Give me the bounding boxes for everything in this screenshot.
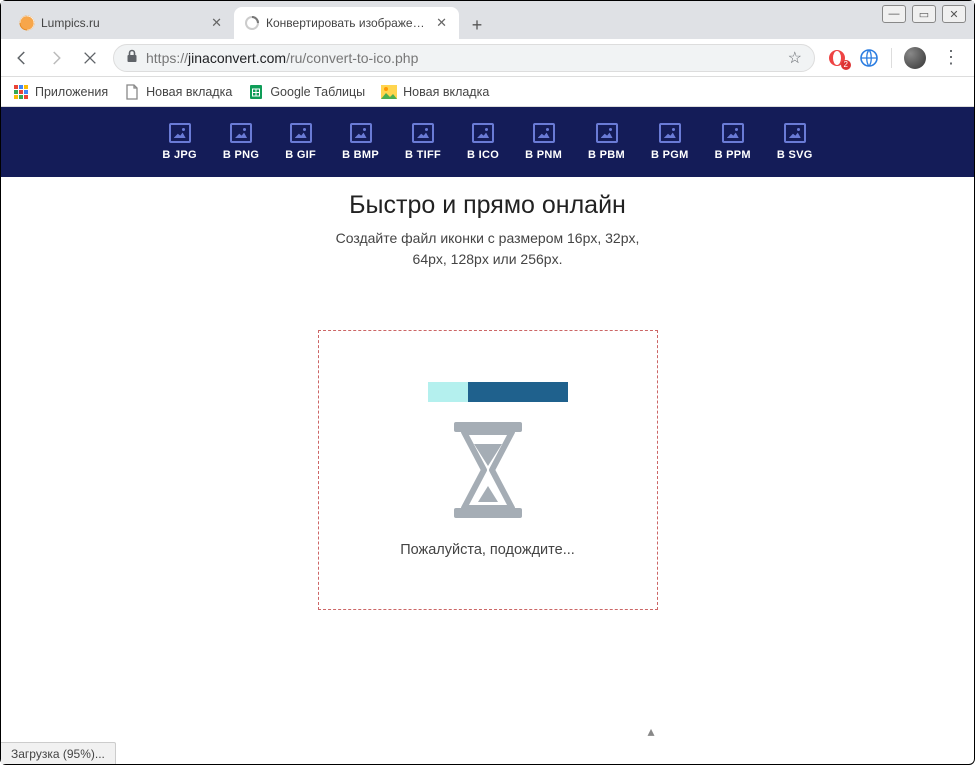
upload-drop-zone[interactable]: Пожалуйста, подождите... xyxy=(318,330,658,610)
tab-close-icon[interactable]: ✕ xyxy=(434,13,449,33)
scroll-hint-icon: ▴ xyxy=(648,723,655,740)
omnibox[interactable]: https://jinaconvert.com/ru/convert-to-ic… xyxy=(113,44,815,72)
format-label: В PNG xyxy=(223,149,259,161)
image-icon xyxy=(169,123,191,143)
format-link-png[interactable]: В PNG xyxy=(223,123,259,161)
format-link-ico[interactable]: В ICO xyxy=(467,123,499,161)
format-label: В SVG xyxy=(777,149,813,161)
bookmark-item[interactable]: Новая вкладка xyxy=(124,84,232,100)
format-link-svg[interactable]: В SVG xyxy=(777,123,813,161)
format-nav: В JPG В PNG В GIF В BMP В TIFF В ICO В P… xyxy=(1,107,974,177)
page-icon xyxy=(124,84,140,100)
page-headline: Быстро и прямо онлайн xyxy=(1,191,974,220)
separator xyxy=(891,48,892,68)
forward-button xyxy=(45,47,67,69)
format-label: В TIFF xyxy=(405,149,441,161)
stop-reload-button[interactable] xyxy=(79,47,101,69)
page-content: В JPG В PNG В GIF В BMP В TIFF В ICO В P… xyxy=(1,107,974,744)
browser-menu-button[interactable]: ⋮ xyxy=(938,47,964,68)
status-text: Загрузка (95%)... xyxy=(11,747,105,761)
page-subhead: Создайте файл иконки с размером 16px, 32… xyxy=(1,228,974,270)
image-icon xyxy=(230,123,252,143)
format-link-jpg[interactable]: В JPG xyxy=(162,123,197,161)
lock-icon xyxy=(126,49,138,66)
url-text: https://jinaconvert.com/ru/convert-to-ic… xyxy=(146,50,780,66)
tab-title: Lumpics.ru xyxy=(41,16,203,30)
bookmark-label: Приложения xyxy=(35,85,108,99)
wait-text: Пожалуйста, подождите... xyxy=(400,542,575,558)
bookmark-item[interactable]: Google Таблицы xyxy=(248,84,365,100)
tab-close-icon[interactable]: ✕ xyxy=(209,13,224,33)
format-label: В GIF xyxy=(285,149,316,161)
bookmark-label: Google Таблицы xyxy=(270,85,365,99)
status-bar: Загрузка (95%)... xyxy=(1,742,116,764)
bookmarks-bar: Приложения Новая вкладка Google Таблицы … xyxy=(1,77,974,107)
picture-icon xyxy=(381,84,397,100)
format-label: В PBM xyxy=(588,149,625,161)
sheets-icon xyxy=(248,84,264,100)
format-link-bmp[interactable]: В BMP xyxy=(342,123,379,161)
progress-indicator xyxy=(408,382,568,402)
apps-grid-icon xyxy=(13,84,29,100)
format-label: В PPM xyxy=(715,149,751,161)
extension-icons: 2 ⋮ xyxy=(827,47,964,69)
browser-tab[interactable]: Lumpics.ru ✕ xyxy=(9,7,234,39)
window-close-button[interactable]: ✕ xyxy=(942,5,966,23)
bookmark-item[interactable]: Новая вкладка xyxy=(381,84,489,100)
globe-extension-icon[interactable] xyxy=(859,48,879,68)
browser-tab[interactable]: Конвертировать изображения в ✕ xyxy=(234,7,459,39)
image-icon xyxy=(784,123,806,143)
bookmark-star-icon[interactable]: ☆ xyxy=(788,48,802,68)
tab-strip: Lumpics.ru ✕ Конвертировать изображения … xyxy=(1,1,974,39)
new-tab-button[interactable]: + xyxy=(463,11,491,39)
bookmark-label: Новая вкладка xyxy=(403,85,489,99)
image-icon xyxy=(350,123,372,143)
bookmark-label: Новая вкладка xyxy=(146,85,232,99)
format-label: В PGM xyxy=(651,149,689,161)
format-link-ppm[interactable]: В PPM xyxy=(715,123,751,161)
format-link-pgm[interactable]: В PGM xyxy=(651,123,689,161)
tab-title: Конвертировать изображения в xyxy=(266,16,428,30)
image-icon xyxy=(596,123,618,143)
format-link-gif[interactable]: В GIF xyxy=(285,123,316,161)
favicon-lumpics-icon xyxy=(19,15,35,31)
image-icon xyxy=(412,123,434,143)
loading-spinner-icon xyxy=(244,15,260,31)
window-maximize-button[interactable]: ▭ xyxy=(912,5,936,23)
address-bar: https://jinaconvert.com/ru/convert-to-ic… xyxy=(1,39,974,77)
bookmark-apps[interactable]: Приложения xyxy=(13,84,108,100)
hourglass-icon xyxy=(444,420,532,520)
image-icon xyxy=(290,123,312,143)
format-label: В JPG xyxy=(162,149,197,161)
format-link-pnm[interactable]: В PNM xyxy=(525,123,562,161)
image-icon xyxy=(722,123,744,143)
image-icon xyxy=(472,123,494,143)
back-button[interactable] xyxy=(11,47,33,69)
format-link-tiff[interactable]: В TIFF xyxy=(405,123,441,161)
image-icon xyxy=(659,123,681,143)
window-minimize-button[interactable]: — xyxy=(882,5,906,23)
image-icon xyxy=(533,123,555,143)
opera-extension-icon[interactable]: 2 xyxy=(827,48,847,68)
extension-badge: 2 xyxy=(841,60,851,70)
format-label: В BMP xyxy=(342,149,379,161)
profile-avatar[interactable] xyxy=(904,47,926,69)
format-label: В PNM xyxy=(525,149,562,161)
format-link-pbm[interactable]: В PBM xyxy=(588,123,625,161)
format-label: В ICO xyxy=(467,149,499,161)
